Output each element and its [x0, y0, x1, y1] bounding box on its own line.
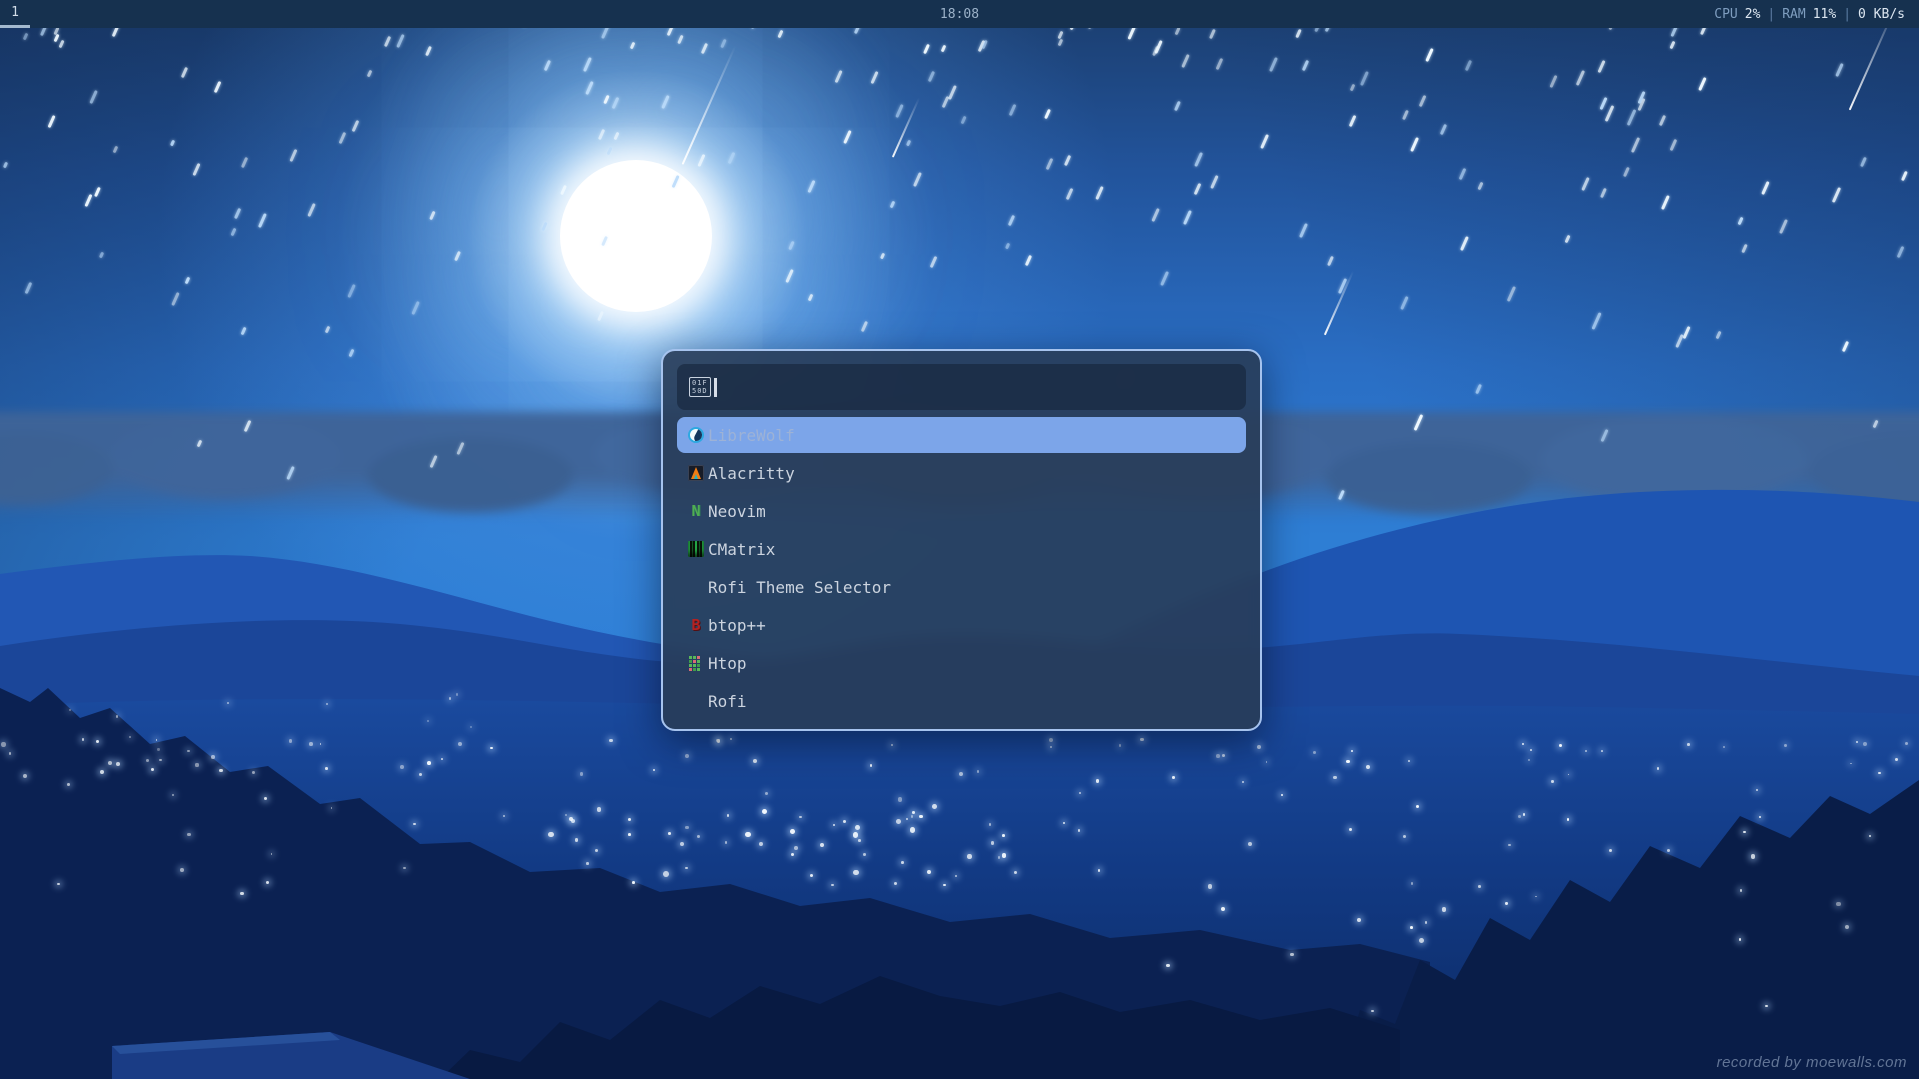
- alacritty-icon: [687, 465, 705, 482]
- item-label: btop++: [708, 615, 766, 635]
- cpu-label: CPU: [1714, 6, 1738, 22]
- launcher-item-rofi-theme-selector[interactable]: Rofi Theme Selector: [677, 569, 1246, 605]
- separator: |: [1767, 6, 1776, 22]
- launcher-item-htop[interactable]: Htop: [677, 645, 1246, 681]
- ram-value: 11%: [1812, 6, 1837, 22]
- htop-icon: [687, 655, 705, 672]
- status-bar: 1 18:08 CPU 2% | RAM 11% | 0 KB/s: [0, 0, 1919, 28]
- item-label: Alacritty: [708, 463, 795, 483]
- search-icon: 01F 50D: [689, 377, 711, 397]
- cmatrix-icon: [687, 541, 705, 558]
- item-label: LibreWolf: [708, 425, 795, 445]
- item-label: CMatrix: [708, 539, 776, 559]
- btop-icon: B: [691, 616, 701, 634]
- empty-icon-slot: [687, 693, 705, 710]
- network-value: 0 KB/s: [1858, 6, 1905, 22]
- separator: |: [1843, 6, 1852, 22]
- rofi-launcher: 01F 50D LibreWolf Alacritty N Neovim CMa…: [661, 349, 1262, 731]
- watermark: recorded by moewalls.com: [1716, 1054, 1907, 1071]
- item-label: Htop: [708, 653, 747, 673]
- item-label: Rofi: [708, 691, 747, 711]
- launcher-item-librewolf[interactable]: LibreWolf: [677, 417, 1246, 453]
- launcher-item-rofi[interactable]: Rofi: [677, 683, 1246, 719]
- workspace-indicator[interactable]: 1: [0, 0, 30, 28]
- launcher-results: LibreWolf Alacritty N Neovim CMatrix Rof…: [677, 417, 1246, 721]
- item-label: Neovim: [708, 501, 766, 521]
- cpu-value: 2%: [1744, 6, 1761, 22]
- search-input[interactable]: 01F 50D: [677, 364, 1246, 410]
- launcher-item-neovim[interactable]: N Neovim: [677, 493, 1246, 529]
- item-label: Rofi Theme Selector: [708, 577, 892, 597]
- launcher-item-alacritty[interactable]: Alacritty: [677, 455, 1246, 491]
- launcher-item-btop[interactable]: B btop++: [677, 607, 1246, 643]
- empty-icon-slot: [687, 579, 705, 596]
- clock: 18:08: [939, 6, 980, 22]
- neovim-icon: N: [691, 502, 701, 520]
- text-cursor: [713, 377, 717, 397]
- librewolf-icon: [687, 427, 705, 444]
- system-status: CPU 2% | RAM 11% | 0 KB/s: [1714, 0, 1919, 28]
- ram-label: RAM: [1782, 6, 1806, 22]
- launcher-item-cmatrix[interactable]: CMatrix: [677, 531, 1246, 567]
